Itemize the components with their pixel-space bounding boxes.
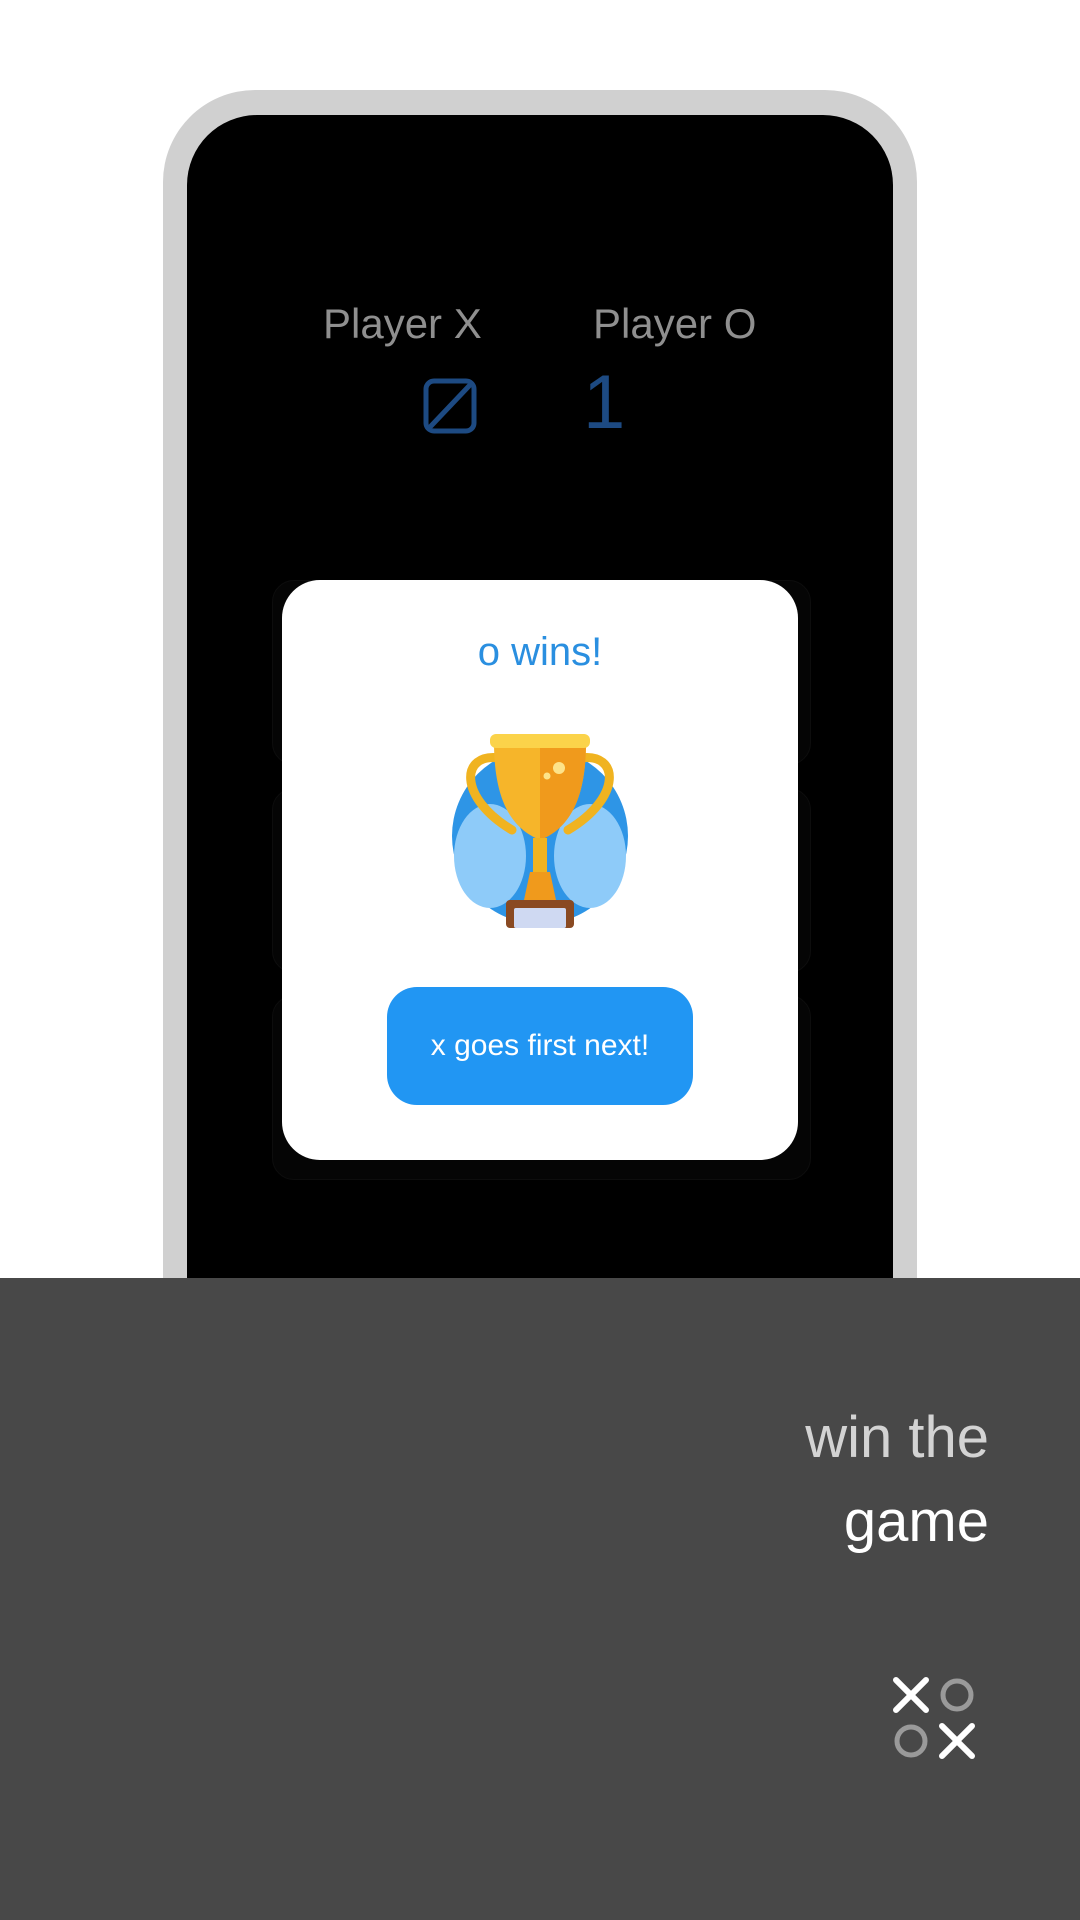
tagline-line-1: win the	[805, 1405, 989, 1470]
result-title: o wins!	[477, 630, 603, 674]
player-o-label: Player O	[593, 300, 757, 347]
player-x-score	[423, 378, 477, 434]
next-round-button[interactable]: x goes first next!	[387, 987, 693, 1105]
promo-panel: win the game	[0, 1278, 1080, 1920]
tagline-line-2: game	[843, 1489, 989, 1554]
result-modal: o wins! x goes first next!	[282, 580, 798, 1160]
tic-tac-toe-logo-icon	[893, 1677, 975, 1759]
player-o-score: 1	[583, 360, 626, 445]
player-x-label: Player X	[323, 300, 482, 347]
trophy-icon	[452, 734, 628, 928]
